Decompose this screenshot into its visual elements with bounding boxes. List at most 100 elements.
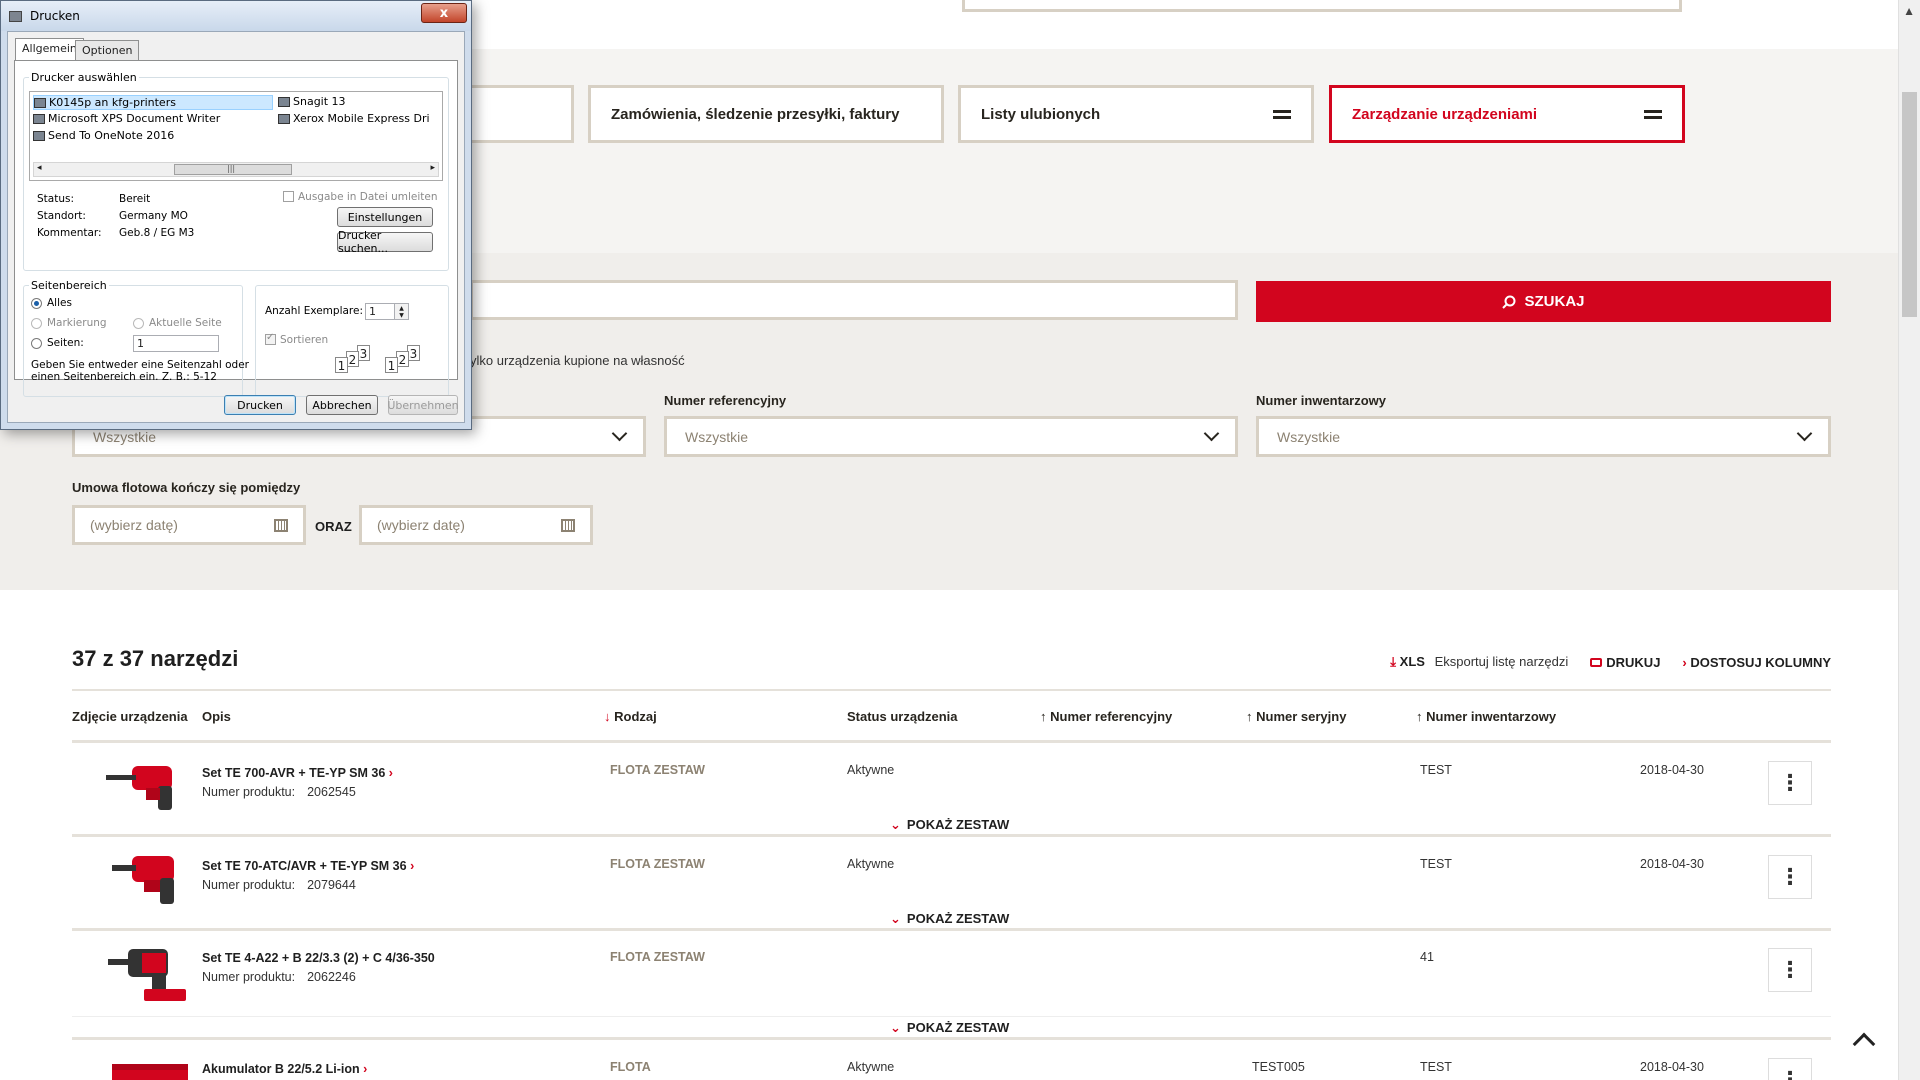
row-menu-button[interactable]: ⋮ — [1768, 948, 1812, 992]
tool-inventory: TEST — [1420, 1060, 1452, 1074]
range-current-radio[interactable] — [133, 318, 144, 329]
tool-name-link[interactable]: Set TE 70-ATC/AVR + TE-YP SM 36 › — [202, 859, 414, 873]
scroll-grip: ||| — [227, 164, 236, 173]
copies-input[interactable]: 1 — [365, 303, 395, 320]
select-value: Wszystkie — [685, 428, 748, 445]
status-label: Status: — [37, 193, 74, 205]
print-link[interactable]: DRUKUJ — [1590, 655, 1660, 670]
inventory-filter-label: Numer inwentarzowy — [1256, 393, 1387, 408]
scrollbar-thumb[interactable] — [1902, 92, 1917, 317]
scroll-up-icon[interactable]: ▲ — [1903, 4, 1915, 18]
row-menu-button[interactable]: ⋮ — [1768, 855, 1812, 899]
search-input[interactable] — [470, 280, 1238, 320]
column-header-photo: Zdjęcie urządzenia — [72, 709, 188, 724]
back-to-top-icon[interactable] — [1852, 1032, 1876, 1056]
nav-tile-device-management[interactable]: Zarządzanie urządzeniami — [1329, 85, 1685, 143]
spin-up-icon[interactable]: ▲ — [399, 305, 404, 312]
tool-name-link[interactable]: Set TE 700-AVR + TE-YP SM 36 › — [202, 766, 393, 780]
nav-tile-favorites[interactable]: Listy ulubionych — [958, 85, 1314, 143]
chevron-right-icon: › — [1682, 654, 1687, 670]
column-header-type[interactable]: ↓ Rodzaj — [604, 709, 657, 724]
scroll-left-icon[interactable]: ◂ — [37, 163, 42, 173]
row-menu-button[interactable]: ⋮ — [1768, 1058, 1812, 1080]
product-number: Numer produktu: 2079644 — [202, 878, 356, 892]
collate-checkbox[interactable]: ✓ — [265, 332, 276, 345]
apply-button[interactable]: Übernehmen — [387, 395, 459, 415]
inventory-select[interactable]: Wszystkie — [1256, 416, 1831, 457]
spin-down-icon[interactable]: ▼ — [399, 312, 404, 319]
show-set-link[interactable]: ⌄ POKAŻ ZESTAW — [890, 911, 1009, 927]
show-set-link[interactable]: ⌄ POKAŻ ZESTAW — [890, 817, 1009, 833]
export-xls-link[interactable]: ⤓ XLS Eksportuj listę narzędzi — [1390, 654, 1568, 670]
column-header-description[interactable]: Opis — [202, 709, 231, 724]
printer-icon — [33, 130, 45, 141]
range-all-radio[interactable] — [31, 298, 42, 309]
divider — [72, 1016, 1831, 1017]
printer-item[interactable]: Xerox Mobile Express Dri — [278, 112, 430, 125]
calendar-icon[interactable] — [274, 518, 288, 532]
calendar-icon[interactable] — [561, 518, 575, 532]
search-button[interactable]: SZUKAJ — [1256, 281, 1831, 322]
printer-item[interactable]: K0145p an kfg-printers — [33, 95, 273, 110]
column-header-status[interactable]: Status urządzenia — [847, 709, 958, 724]
comment-label: Kommentar: — [37, 227, 102, 239]
tool-inventory: TEST — [1420, 763, 1452, 777]
find-printer-button[interactable]: Drucker suchen... — [337, 229, 433, 255]
show-set-label: POKAŻ ZESTAW — [906, 817, 1010, 832]
column-header-inventory[interactable]: ↑ Numer inwentarzowy — [1416, 709, 1556, 724]
printer-name: Send To OneNote 2016 — [48, 129, 175, 142]
top-search-field[interactable] — [962, 0, 1682, 12]
row-menu-button[interactable]: ⋮ — [1768, 761, 1812, 805]
product-number-value: 2062246 — [307, 970, 356, 984]
collate-illustration: 3 2 1 — [385, 345, 425, 379]
printer-list-scrollbar[interactable]: ◂ ||| ▸ — [33, 162, 439, 177]
copies-label: Anzahl Exemplare: — [265, 305, 364, 317]
reference-filter-label: Numer referencyjny — [664, 393, 787, 408]
column-header-serial[interactable]: ↑ Numer seryjny — [1246, 709, 1346, 724]
chevron-down-icon — [611, 425, 628, 442]
printer-item[interactable]: Snagit 13 — [278, 95, 346, 108]
tool-serial: TEST005 — [1252, 1060, 1305, 1074]
dialog-titlebar[interactable]: Drucken — [1, 1, 471, 31]
reference-select[interactable]: Wszystkie — [664, 416, 1238, 457]
printer-item[interactable]: Microsoft XPS Document Writer — [33, 112, 220, 125]
chevron-right-icon: › — [410, 859, 415, 873]
tool-name-link[interactable]: Akumulator B 22/5.2 Li-ion › — [202, 1062, 367, 1076]
nav-tile-orders[interactable]: Zamówienia, śledzenie przesyłki, faktury — [588, 85, 944, 143]
show-set-label: POKAŻ ZESTAW — [906, 911, 1010, 926]
printer-item[interactable]: Send To OneNote 2016 — [33, 129, 174, 142]
scrollbar-thumb[interactable]: ||| — [174, 164, 292, 175]
collate-illustration: 3 2 1 — [335, 345, 375, 379]
print-button[interactable]: Drucken — [224, 395, 296, 415]
column-header-reference[interactable]: ↑ Numer referencyjny — [1040, 709, 1172, 724]
date-to-input[interactable]: (wybierz datę) — [359, 505, 593, 545]
close-button[interactable]: x — [421, 3, 467, 23]
customize-columns-link[interactable]: › DOSTOSUJ KOLUMNY — [1682, 655, 1831, 670]
settings-button[interactable]: Einstellungen — [337, 207, 433, 227]
product-number-label: Numer produktu: — [202, 785, 296, 799]
results-count-title: 37 z 37 narzędzi — [72, 646, 239, 671]
printer-name: K0145p an kfg-printers — [49, 96, 176, 109]
date-placeholder: (wybierz datę) — [377, 517, 465, 533]
range-selection-radio[interactable] — [31, 318, 42, 329]
scroll-right-icon[interactable]: ▸ — [430, 163, 435, 173]
cancel-button[interactable]: Abbrechen — [306, 395, 378, 415]
tool-name: Set TE 70-ATC/AVR + TE-YP SM 36 — [202, 859, 407, 873]
range-pages-radio[interactable] — [31, 338, 42, 349]
tab-general[interactable]: Allgemein — [15, 38, 84, 60]
tool-status: Aktywne — [847, 857, 895, 871]
printer-icon — [9, 10, 22, 22]
pages-input[interactable]: 1 — [133, 335, 219, 352]
column-header-label: Numer referencyjny — [1050, 709, 1173, 724]
date-from-input[interactable]: (wybierz datę) — [72, 505, 306, 545]
arrow-up-icon: ↑ — [1040, 709, 1047, 724]
arrow-down-icon: ↓ — [604, 709, 611, 724]
printer-list[interactable]: K0145p an kfg-printers Snagit 13 Microso… — [29, 91, 443, 181]
copies-spinner[interactable]: ▲ ▼ — [394, 303, 409, 320]
print-label: DRUKUJ — [1606, 654, 1661, 670]
page-scrollbar[interactable]: ▲ — [1898, 0, 1920, 1080]
tab-options[interactable]: Optionen — [75, 40, 140, 60]
tool-name-link[interactable]: Set TE 4-A22 + B 22/3.3 (2) + C 4/36-350 — [202, 951, 435, 965]
show-set-link[interactable]: ⌄ POKAŻ ZESTAW — [890, 1020, 1009, 1036]
print-to-file-checkbox[interactable] — [283, 191, 294, 202]
